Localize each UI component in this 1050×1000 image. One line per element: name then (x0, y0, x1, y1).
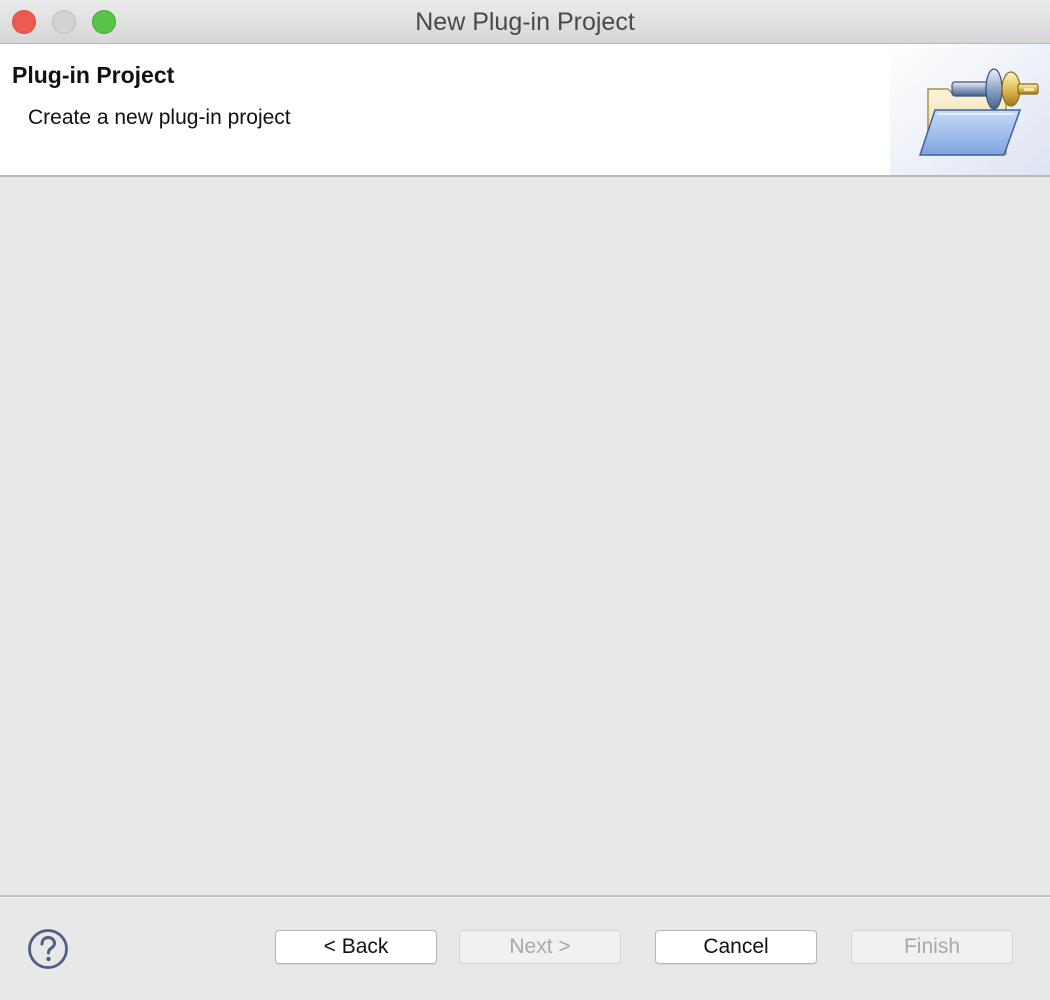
footer-separator (0, 895, 1050, 898)
cancel-button[interactable]: Cancel (655, 930, 817, 964)
back-button[interactable]: < Back (275, 930, 437, 964)
window-title: New Plug-in Project (415, 8, 635, 36)
wizard-banner: Plug-in Project Create a new plug-in pro… (0, 44, 1050, 177)
dialog-window: New Plug-in Project Plug-in Project Crea… (0, 0, 1050, 1000)
plugin-folder-icon (890, 44, 1050, 175)
wizard-content-area (0, 177, 1050, 895)
question-mark-circle-icon[interactable] (27, 928, 69, 970)
wizard-page-description: Create a new plug-in project (28, 106, 291, 129)
wizard-page-title: Plug-in Project (12, 62, 175, 88)
next-button[interactable]: Next > (459, 930, 621, 964)
finish-button[interactable]: Finish (851, 930, 1013, 964)
title-bar[interactable]: New Plug-in Project (0, 0, 1050, 44)
